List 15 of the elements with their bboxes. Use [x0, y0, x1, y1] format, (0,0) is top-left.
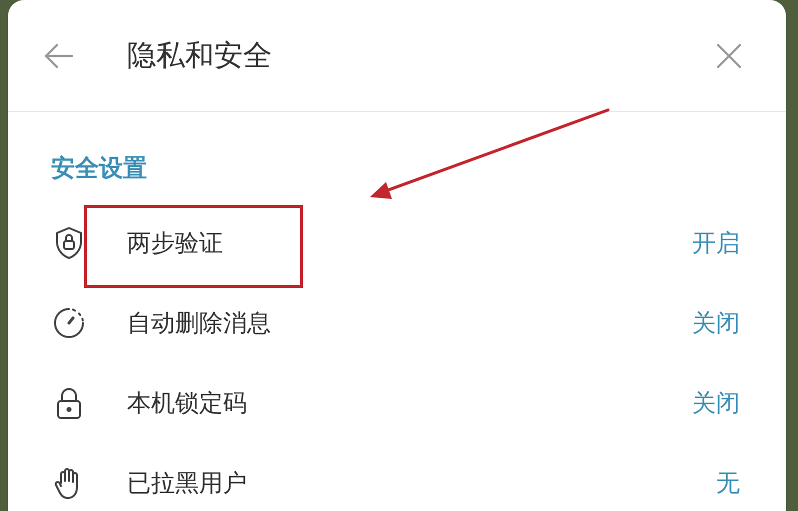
- item-value: 关闭: [692, 388, 740, 419]
- settings-item[interactable]: 两步验证 开启: [8, 203, 786, 283]
- timer-icon: [51, 305, 87, 341]
- item-value: 开启: [692, 228, 740, 259]
- settings-item[interactable]: 本机锁定码 关闭: [8, 363, 786, 443]
- item-label: 两步验证: [127, 228, 224, 259]
- item-label: 自动删除消息: [127, 308, 272, 339]
- settings-item[interactable]: 自动删除消息 关闭: [8, 283, 786, 363]
- item-value: 无: [716, 468, 740, 499]
- item-label: 本机锁定码: [127, 388, 248, 419]
- settings-item[interactable]: 已拉黑用户 无: [8, 443, 786, 511]
- window-title: 隐私和安全: [127, 36, 273, 74]
- item-value: 关闭: [692, 308, 740, 339]
- item-label: 已拉黑用户: [127, 468, 248, 499]
- section-title: 安全设置: [51, 153, 147, 184]
